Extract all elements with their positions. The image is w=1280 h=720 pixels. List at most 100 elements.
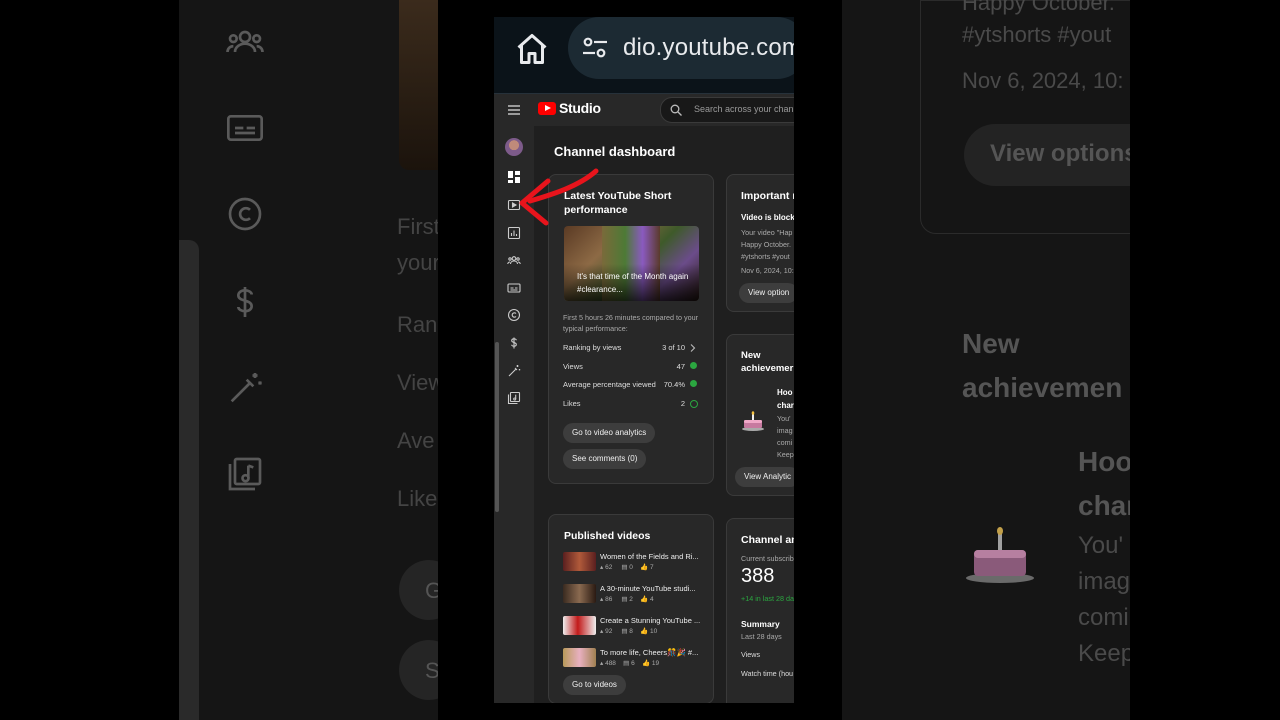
background-text: Happy October. [962,0,1115,15]
card-title: Published videos [564,530,651,542]
achievement-text: char [777,401,794,410]
menu-icon[interactable] [508,105,520,115]
video-views: 86 [605,596,613,603]
achievement-text: Keep [777,450,794,459]
video-stats: ▴ 488 ▤ 6 👍 19 [600,660,660,667]
subtitles-icon[interactable] [507,281,521,295]
video-title[interactable]: A 30-minute YouTube studi... [600,584,696,593]
positive-indicator-icon [690,380,697,387]
dashboard-icon[interactable] [507,170,521,184]
youtube-logo-icon[interactable] [538,102,556,115]
card-title: achievemer [741,363,794,374]
card-title: Latest YouTube Short performance [564,190,672,216]
short-thumbnail[interactable]: It's that time of the Month again #clear… [564,226,699,301]
url-text[interactable]: dio.youtube.com [623,34,794,62]
video-thumbnail[interactable] [563,648,596,667]
audio-library-icon[interactable] [507,391,521,405]
video-likes: 19 [651,660,660,667]
background-text: G [425,578,438,603]
notification-date: Nov 6, 2024, 10: [741,266,794,275]
stat-label: Likes [563,399,581,408]
background-text: Ave [397,428,435,453]
studio-logo-text[interactable]: Studio [559,100,601,116]
achievement-card: New achievemer Hoo char You' imag comi K… [726,334,794,496]
achievement-text: comi [777,438,793,447]
search-placeholder[interactable]: Search across your channel [694,104,794,114]
background-text: Keep [1078,640,1130,667]
summary-period: Last 28 days [741,632,782,641]
avatar[interactable] [505,138,523,156]
stat-label: Ranking by views [563,343,622,352]
sidebar [494,126,534,703]
video-thumbnail[interactable] [563,584,596,603]
video-stats: ▴ 62 ▤ 0 👍 7 [600,564,654,571]
video-title[interactable]: Create a Stunning YouTube ... [600,616,700,625]
background-text: View [397,370,438,395]
channel-analytics-card: Channel ana Current subscrib 388 +14 in … [726,518,794,703]
video-title[interactable]: Women of the Fields and Ri... [600,552,699,561]
stat-label: Average percentage viewed [563,380,656,389]
sidebar-scrollbar[interactable] [495,342,499,512]
earn-icon[interactable] [507,336,521,350]
important-notification-card: Important n Video is block Your video "H… [726,174,794,312]
go-to-video-analytics-button[interactable]: Go to video analytics [563,423,656,443]
published-videos-card: Published videos Women of the Fields and… [548,514,714,703]
background-cake-icon [964,522,1036,584]
video-likes: 4 [650,596,654,603]
video-comments: 2 [629,596,633,603]
main-content: Channel dashboard Latest YouTube Short p… [534,126,794,703]
video-title[interactable]: To more life, Cheers🎊🎉 #... [600,648,698,657]
subscribers-label: Current subscrib [741,554,794,563]
background-thumbnail [399,0,438,170]
background-text: First [397,214,438,239]
background-text: #ytshorts #yout [962,22,1112,47]
background-community-icon [223,22,267,66]
check-circle-icon [690,400,698,408]
achievement-text: Hoo [777,388,793,397]
site-settings-icon[interactable] [582,37,608,59]
see-comments-button[interactable]: See comments (0) [563,449,647,469]
page-title: Channel dashboard [554,144,676,159]
stat-value: 3 of 10 [662,343,685,352]
view-analytics-button[interactable]: View Analytic [735,467,794,487]
thumbnail-caption: It's that time of the Month again #clear… [577,272,689,294]
video-stats: ▴ 92 ▤ 8 👍 10 [600,628,658,635]
background-text: Rank [397,312,438,337]
card-title: Channel ana [741,534,794,546]
community-icon[interactable] [507,253,521,267]
background-scroll-track [179,240,199,720]
video-comments: 0 [629,564,633,571]
background-audio-icon [223,454,267,498]
search-bar[interactable]: Search across your channel [660,97,794,123]
subscriber-delta-text: +14 in last 28 days [741,594,794,603]
background-text: You' [1078,532,1124,559]
screen: First your Rank View Ave Like G S Happy … [0,0,1280,720]
video-thumbnail[interactable] [563,616,596,635]
content-icon[interactable] [507,198,521,212]
subscriber-delta: +14 in last 28 days [741,593,794,605]
background-subtitles-icon [223,108,267,152]
background-text: your [397,250,438,275]
background-text: S [425,658,438,683]
latest-short-card: Latest YouTube Short performance It's th… [548,174,714,484]
background-copyright-icon [223,194,267,238]
background-text: View options [990,140,1130,167]
notification-text: Your video "Hap [741,228,793,237]
compare-text: First 5 hours 26 minutes compared to you… [563,313,699,333]
background-text: comi [1078,604,1129,631]
video-views: 92 [605,628,613,635]
home-icon[interactable] [514,31,550,67]
chevron-right-icon[interactable] [690,344,696,352]
view-options-button[interactable]: View option [739,283,794,303]
search-icon [670,104,682,116]
background-text: Like [397,486,438,511]
customization-icon[interactable] [507,364,521,378]
watch-time-label: Watch time (hou [741,669,794,678]
analytics-icon[interactable] [507,226,521,240]
video-thumbnail[interactable] [563,552,596,571]
go-to-videos-button[interactable]: Go to videos [563,675,626,695]
background-dollar-icon [223,282,267,326]
video-views: 62 [605,564,613,571]
copyright-icon[interactable] [507,308,521,322]
notification-title: Video is block [741,213,794,222]
